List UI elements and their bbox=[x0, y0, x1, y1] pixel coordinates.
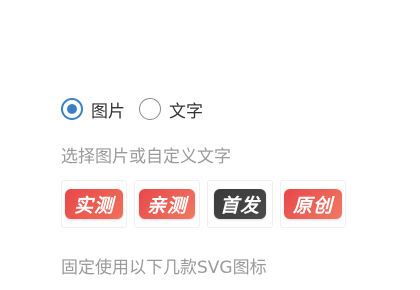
badge-qince: 亲测 bbox=[139, 189, 195, 219]
radio-button-text[interactable] bbox=[139, 98, 161, 120]
radio-button-image[interactable] bbox=[61, 98, 83, 120]
fixed-icons-note: 固定使用以下几款SVG图标 bbox=[61, 258, 267, 278]
source-type-radio-group: 图片 文字 bbox=[61, 96, 217, 122]
badge-shice: 实测 bbox=[65, 189, 123, 219]
radio-option-text[interactable]: 文字 bbox=[139, 97, 203, 122]
radio-selected-dot bbox=[67, 104, 77, 114]
radio-label-image: 图片 bbox=[91, 101, 125, 122]
radio-option-image[interactable]: 图片 bbox=[61, 97, 125, 122]
badge-option-yuanchuang[interactable]: 原创 bbox=[280, 180, 346, 228]
badge-yuanchuang: 原创 bbox=[284, 189, 342, 219]
badge-option-shoufa[interactable]: 首发 bbox=[207, 180, 273, 228]
badge-settings-panel: 图片 文字 选择图片或自定义文字 实测 亲测 首发 原创 固定使用以下几款SVG… bbox=[0, 0, 420, 290]
badge-shoufa: 首发 bbox=[214, 189, 266, 219]
selection-hint: 选择图片或自定义文字 bbox=[61, 147, 231, 167]
radio-label-text: 文字 bbox=[169, 101, 203, 122]
badge-option-shice[interactable]: 实测 bbox=[61, 180, 127, 228]
badge-list: 实测 亲测 首发 原创 bbox=[61, 180, 346, 228]
badge-option-qince[interactable]: 亲测 bbox=[134, 180, 200, 228]
